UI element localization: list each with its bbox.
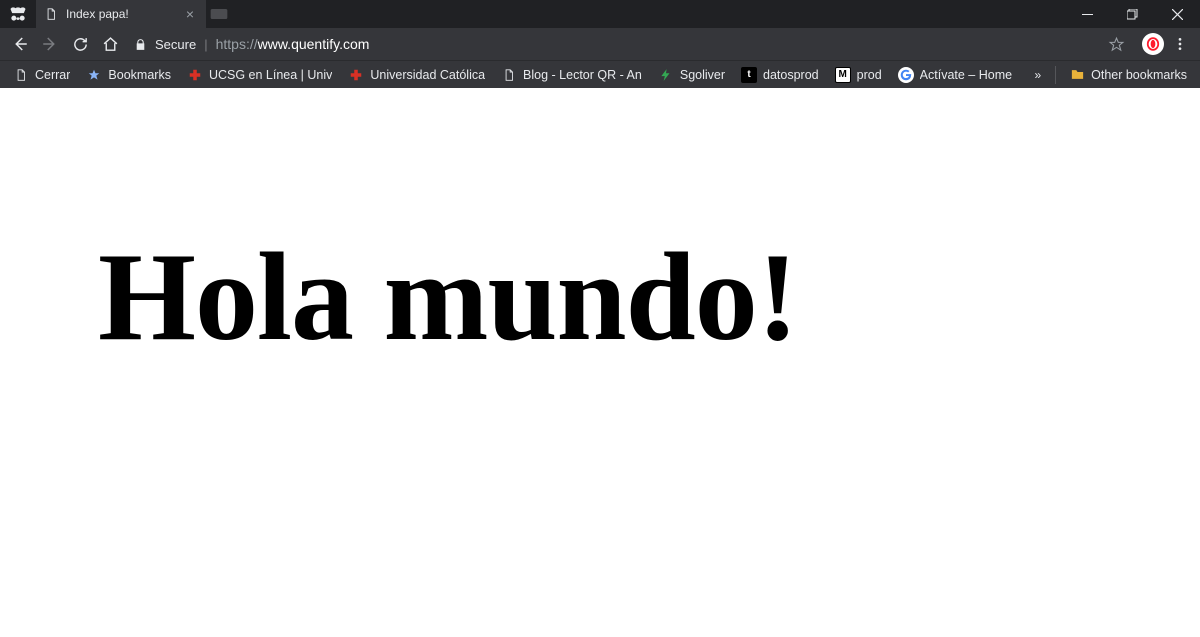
home-button[interactable]: [96, 30, 124, 58]
back-button[interactable]: [6, 30, 34, 58]
bookmark-item[interactable]: Cerrar: [6, 63, 77, 87]
incognito-icon: [0, 0, 36, 28]
tab-close-icon[interactable]: ×: [182, 6, 198, 22]
bookmark-item[interactable]: t datosprod: [734, 63, 826, 87]
bookmark-item[interactable]: Blog - Lector QR - An: [494, 63, 649, 87]
tab-strip: Index papa! ×: [0, 0, 1200, 28]
window-minimize-button[interactable]: [1065, 0, 1110, 28]
page-icon: [13, 67, 29, 83]
other-bookmarks-button[interactable]: Other bookmarks: [1062, 63, 1194, 87]
bookmark-label: Sgoliver: [680, 68, 725, 82]
address-bar[interactable]: Secure | https://www.quentify.com: [126, 30, 1136, 58]
other-bookmarks-label: Other bookmarks: [1091, 68, 1187, 82]
bookmark-label: prod: [857, 68, 882, 82]
window-close-button[interactable]: [1155, 0, 1200, 28]
secure-label: Secure: [155, 37, 196, 52]
tab-title: Index papa!: [66, 7, 174, 21]
url-host: www.quentify.com: [258, 36, 370, 52]
star-icon: [86, 67, 102, 83]
new-tab-button[interactable]: [206, 0, 232, 28]
bookmarks-bar: Cerrar Bookmarks UCSG en Línea | Univ Un…: [0, 60, 1200, 88]
page-heading: Hola mundo!: [98, 226, 1192, 370]
separator: |: [204, 37, 207, 52]
browser-tab[interactable]: Index papa! ×: [36, 0, 206, 28]
forward-button[interactable]: [36, 30, 64, 58]
page-viewport: Hola mundo!: [0, 88, 1200, 637]
cross-icon: [348, 67, 364, 83]
letter-t-icon: t: [741, 67, 757, 83]
reload-button[interactable]: [66, 30, 94, 58]
extension-opera-icon[interactable]: [1142, 33, 1164, 55]
url-scheme: https://: [216, 36, 258, 52]
bookmark-item[interactable]: Universidad Católica: [341, 63, 492, 87]
bookmark-item[interactable]: M prod: [828, 63, 889, 87]
bolt-icon: [658, 67, 674, 83]
bookmark-item[interactable]: Actívate – Home: [891, 63, 1019, 87]
google-icon: [898, 67, 914, 83]
letter-m-icon: M: [835, 67, 851, 83]
window-maximize-button[interactable]: [1110, 0, 1155, 28]
bookmark-label: datosprod: [763, 68, 819, 82]
bookmarks-overflow-button[interactable]: »: [1026, 68, 1049, 82]
url-text: https://www.quentify.com: [216, 36, 370, 52]
tab-favicon-icon: [44, 7, 58, 21]
browser-menu-button[interactable]: [1166, 30, 1194, 58]
bookmark-label: Universidad Católica: [370, 68, 485, 82]
bookmark-label: Cerrar: [35, 68, 70, 82]
window-controls: [1065, 0, 1200, 28]
bookmark-label: UCSG en Línea | Univ: [209, 68, 332, 82]
bookmark-star-icon[interactable]: [1104, 32, 1128, 56]
bookmark-label: Bookmarks: [108, 68, 171, 82]
bookmark-label: Blog - Lector QR - An: [523, 68, 642, 82]
page-icon: [501, 67, 517, 83]
bookmark-item[interactable]: Sgoliver: [651, 63, 732, 87]
divider: [1055, 66, 1056, 84]
folder-icon: [1069, 67, 1085, 83]
bookmark-label: Actívate – Home: [920, 68, 1012, 82]
cross-icon: [187, 67, 203, 83]
bookmark-item[interactable]: UCSG en Línea | Univ: [180, 63, 339, 87]
lock-icon: [134, 38, 147, 51]
toolbar: Secure | https://www.quentify.com: [0, 28, 1200, 60]
bookmark-item[interactable]: Bookmarks: [79, 63, 178, 87]
